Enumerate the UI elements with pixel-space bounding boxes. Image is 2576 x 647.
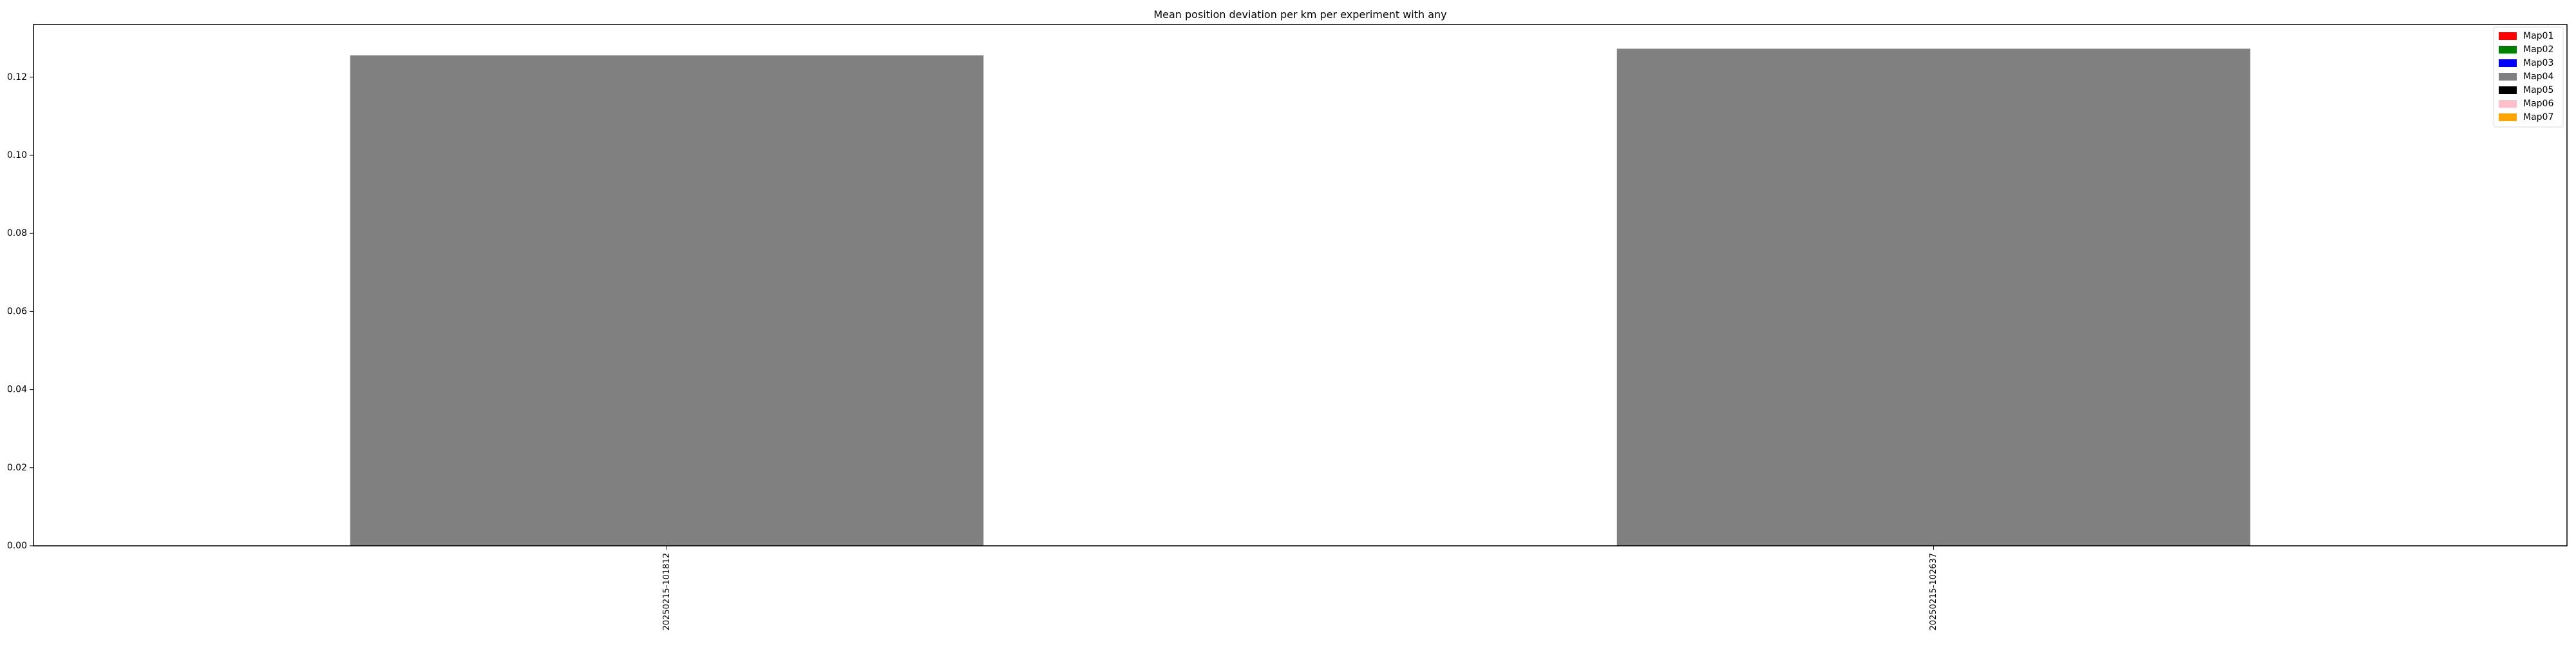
chart-title: Mean position deviation per km per exper…	[1153, 8, 1446, 21]
legend-label: Map01	[2523, 31, 2553, 41]
legend-swatch-map04	[2499, 73, 2517, 81]
y-axis: 0.00 0.02 0.04 0.06 0.08 0.10 0.12	[7, 72, 33, 551]
y-tick-label: 0.10	[7, 150, 27, 160]
x-tick-label: 20250215-102637	[1929, 553, 1938, 631]
y-tick-label: 0.02	[7, 463, 27, 473]
x-tick-label: 20250215-101812	[662, 553, 672, 631]
y-tick-label: 0.08	[7, 228, 27, 238]
legend-swatch-map03	[2499, 59, 2517, 67]
legend-label: Map06	[2523, 99, 2553, 109]
legend-swatch-map01	[2499, 32, 2517, 40]
legend-swatch-map06	[2499, 100, 2517, 108]
y-tick-label: 0.06	[7, 306, 27, 316]
legend-label: Map03	[2523, 58, 2553, 68]
legend-swatch-map07	[2499, 113, 2517, 121]
legend-label: Map05	[2523, 85, 2553, 95]
y-tick-label: 0.00	[7, 541, 27, 551]
legend-swatch-map05	[2499, 86, 2517, 94]
bar-chart: Mean position deviation per km per exper…	[7, 8, 2568, 631]
legend-label: Map02	[2523, 44, 2553, 55]
x-axis: 20250215-101812 20250215-102637	[662, 546, 1938, 631]
legend-label: Map04	[2523, 72, 2553, 82]
chart-container: Mean position deviation per km per exper…	[0, 0, 2576, 644]
bars-layer	[350, 48, 2251, 546]
bar-20250215-101812	[350, 55, 984, 546]
legend-swatch-map02	[2499, 46, 2517, 53]
legend: Map01 Map02 Map03 Map04 Map05 Map06 Map07	[2493, 26, 2564, 128]
bar-20250215-102637	[1616, 48, 2251, 546]
y-tick-label: 0.12	[7, 72, 27, 82]
y-tick-label: 0.04	[7, 385, 27, 395]
legend-label: Map07	[2523, 112, 2553, 122]
